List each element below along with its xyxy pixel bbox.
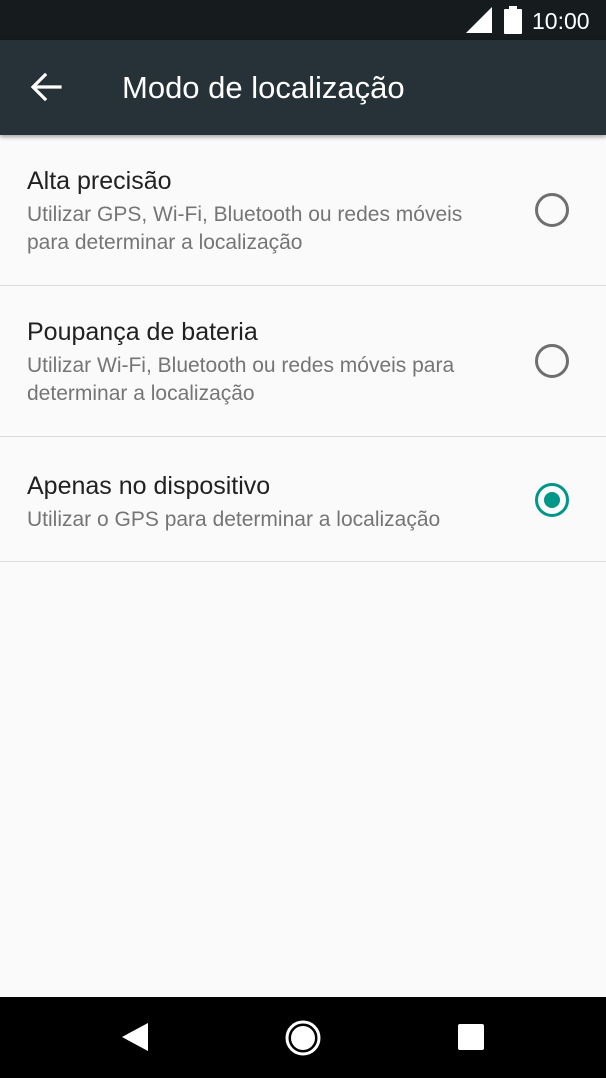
- page-title: Modo de localização: [122, 70, 405, 105]
- option-description: Utilizar Wi-Fi, Bluetooth ou redes móvei…: [27, 354, 455, 405]
- option-battery-saving[interactable]: Poupança de bateria Utilizar Wi-Fi, Blue…: [0, 286, 606, 437]
- arrow-left-icon[interactable]: [28, 69, 64, 105]
- home-circle-icon[interactable]: [284, 1019, 322, 1057]
- navigation-bar: [0, 997, 606, 1078]
- option-title: Poupança de bateria: [27, 318, 258, 346]
- status-bar: 10:00: [0, 0, 606, 40]
- radio-button-unchecked[interactable]: [535, 193, 569, 227]
- recents-square-icon[interactable]: [458, 1024, 484, 1050]
- radio-dot: [544, 492, 560, 508]
- option-description: Utilizar GPS, Wi-Fi, Bluetooth ou redes …: [27, 203, 463, 254]
- battery-icon: [504, 6, 522, 34]
- option-high-accuracy[interactable]: Alta precisão Utilizar GPS, Wi-Fi, Bluet…: [0, 135, 606, 286]
- option-title: Apenas no dispositivo: [27, 472, 271, 500]
- location-mode-list: Alta precisão Utilizar GPS, Wi-Fi, Bluet…: [0, 135, 606, 562]
- screen: 10:00 Modo de localização Alta precisão …: [0, 0, 606, 1078]
- back-triangle-icon[interactable]: [120, 1021, 150, 1053]
- option-title: Alta precisão: [27, 167, 172, 195]
- option-description: Utilizar o GPS para determinar a localiz…: [27, 508, 441, 531]
- radio-button-checked[interactable]: [535, 483, 569, 517]
- radio-button-unchecked[interactable]: [535, 344, 569, 378]
- option-device-only[interactable]: Apenas no dispositivo Utilizar o GPS par…: [0, 437, 606, 562]
- app-bar: Modo de localização: [0, 40, 606, 135]
- cell-signal-icon: [466, 7, 492, 33]
- status-time: 10:00: [532, 8, 590, 34]
